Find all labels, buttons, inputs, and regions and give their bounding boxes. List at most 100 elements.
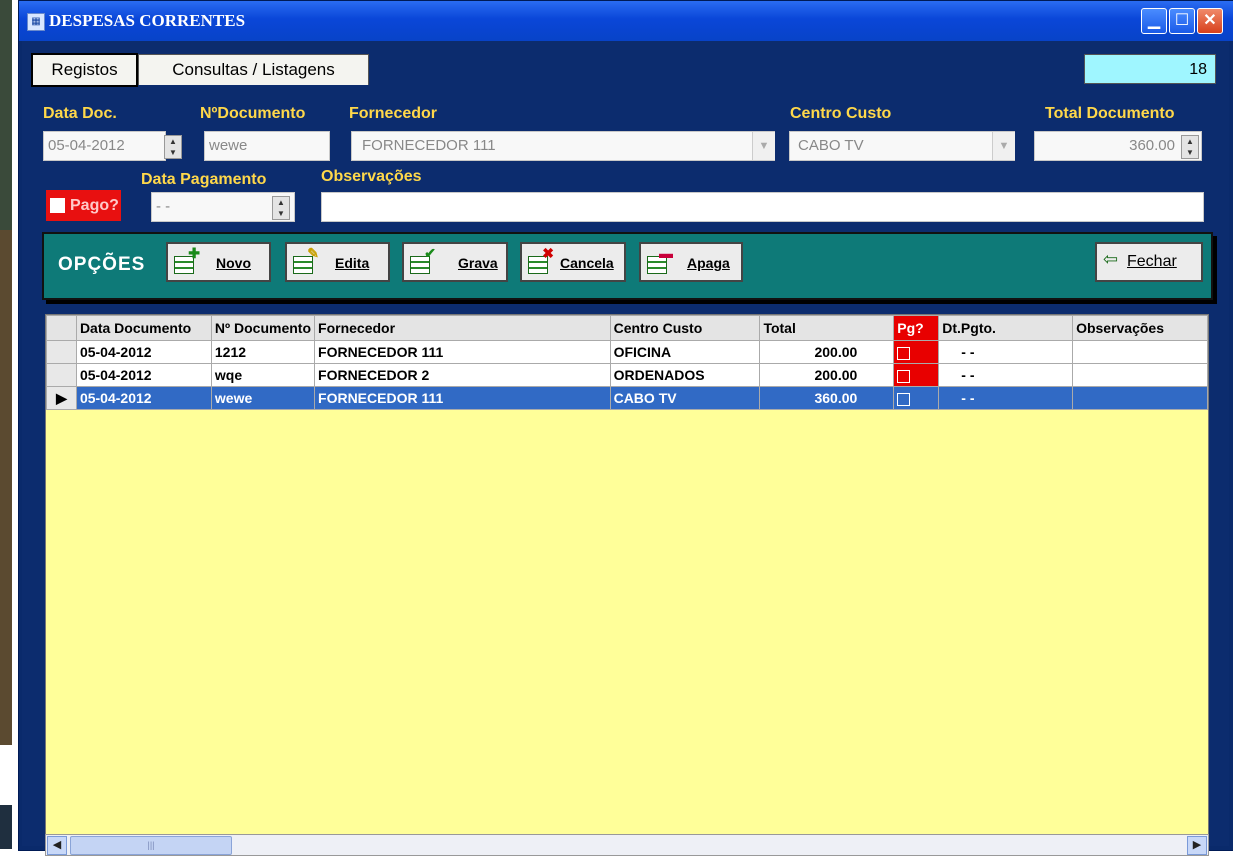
desktop-background <box>0 0 12 849</box>
row-indicator[interactable] <box>46 363 77 387</box>
row-indicator-header <box>46 315 77 341</box>
expenses-grid[interactable]: Data Documento Nº Documento Fornecedor C… <box>45 314 1209 836</box>
grava-label: Grava <box>458 255 498 271</box>
observacoes-label: Observações <box>321 168 422 185</box>
column-header[interactable]: Fornecedor <box>314 315 611 341</box>
novo-button[interactable]: ✚ Novo <box>166 242 271 282</box>
centro-custo-label: Centro Custo <box>790 105 892 122</box>
edita-button[interactable]: ✎ Edita <box>285 242 390 282</box>
grava-button[interactable]: ✔ Grava <box>402 242 508 282</box>
data-pagamento-label: Data Pagamento <box>141 171 267 188</box>
column-header[interactable]: Pg? <box>893 315 940 341</box>
fechar-label: Fechar <box>1127 253 1177 270</box>
cell-data[interactable]: 05-04-2012 <box>75 363 212 387</box>
cell-pg[interactable] <box>893 386 940 410</box>
fechar-button[interactable]: ⇦ Fechar <box>1095 242 1203 282</box>
data-pagamento-field[interactable]: - - ▲ ▼ <box>151 192 295 222</box>
minimize-button[interactable]: ▁ <box>1141 8 1167 34</box>
current-row-arrow-icon[interactable]: ▶ <box>46 386 77 410</box>
column-header[interactable]: Dt.Pgto. <box>938 315 1074 341</box>
cell-total[interactable]: 200.00 <box>759 363 895 387</box>
horizontal-scrollbar[interactable]: ◀ ||| ▶ <box>45 834 1209 856</box>
apaga-button[interactable]: ▬ Apaga <box>639 242 743 282</box>
cell-obs[interactable] <box>1072 386 1208 410</box>
checkbox-icon[interactable] <box>897 346 911 360</box>
cell-pg[interactable] <box>893 363 940 387</box>
novo-label: Novo <box>216 255 251 271</box>
window-title: DESPESAS CORRENTES <box>49 11 246 30</box>
cancela-button[interactable]: ✖ Cancela <box>520 242 626 282</box>
n-documento-value: wewe <box>209 137 248 154</box>
app-icon: ▦ <box>27 13 45 31</box>
total-documento-label: Total Documento <box>1045 105 1175 122</box>
observacoes-field[interactable] <box>321 192 1204 222</box>
total-spinner[interactable]: ▲ ▼ <box>1181 135 1199 159</box>
exit-door-icon: ⇦ <box>1103 249 1119 269</box>
client-area: Registos Consultas / Listagens 18 Data D… <box>22 41 1229 856</box>
tab-consultas-listagens[interactable]: Consultas / Listagens <box>138 54 369 85</box>
fornecedor-label: Fornecedor <box>349 105 438 122</box>
data-doc-label: Data Doc. <box>43 105 117 122</box>
cell-fornecedor[interactable]: FORNECEDOR 2 <box>314 363 611 387</box>
record-counter: 18 <box>1084 54 1216 84</box>
checkbox-icon[interactable] <box>897 369 911 383</box>
cell-num[interactable]: wqe <box>210 363 316 387</box>
table-row-selected[interactable]: ▶ 05-04-2012 wewe FORNECEDOR 111 CABO TV… <box>46 386 1208 410</box>
cell-total[interactable]: 200.00 <box>759 340 895 364</box>
total-documento-field[interactable]: 360.00 ▲ ▼ <box>1034 131 1202 161</box>
cell-data[interactable]: 05-04-2012 <box>75 386 212 410</box>
title-bar[interactable]: ▦ DESPESAS CORRENTES ▁ ☐ ✕ <box>19 1 1233 41</box>
checkbox-icon[interactable] <box>897 392 911 406</box>
column-header[interactable]: Data Documento <box>75 315 212 341</box>
tab-registos[interactable]: Registos <box>31 53 138 87</box>
cell-dtpgto[interactable]: - - <box>938 340 1074 364</box>
cell-fornecedor[interactable]: FORNECEDOR 111 <box>314 386 611 410</box>
cell-num[interactable]: wewe <box>210 386 316 410</box>
edita-label: Edita <box>335 255 370 271</box>
delete-record-icon: ▬ <box>647 246 673 274</box>
new-record-icon: ✚ <box>174 246 200 274</box>
pago-checkbox[interactable]: Pago? <box>46 190 121 221</box>
scroll-left-icon[interactable]: ◀ <box>47 836 67 855</box>
centro-custo-value: CABO TV <box>798 137 864 154</box>
chevron-down-icon[interactable]: ▼ <box>992 132 1015 160</box>
cell-centro[interactable]: CABO TV <box>609 386 761 410</box>
data-doc-field[interactable]: 05-04-2012 ▲ ▼ <box>43 131 182 161</box>
cell-dtpgto[interactable]: - - <box>938 363 1074 387</box>
data-doc-spinner[interactable]: ▲ ▼ <box>164 135 182 159</box>
chevron-down-icon[interactable]: ▼ <box>752 132 775 160</box>
cancela-label: Cancela <box>560 255 614 271</box>
despesas-window: ▦ DESPESAS CORRENTES ▁ ☐ ✕ Registos Cons… <box>18 0 1233 856</box>
cell-obs[interactable] <box>1072 363 1208 387</box>
table-row[interactable]: 05-04-2012 wqe FORNECEDOR 2 ORDENADOS 20… <box>46 363 1208 387</box>
cell-fornecedor[interactable]: FORNECEDOR 111 <box>314 340 611 364</box>
save-record-icon: ✔ <box>410 246 436 274</box>
cell-data[interactable]: 05-04-2012 <box>75 340 212 364</box>
data-pagamento-spinner[interactable]: ▲ ▼ <box>272 196 290 220</box>
edit-record-icon: ✎ <box>293 246 319 274</box>
scroll-thumb[interactable]: ||| <box>70 836 232 855</box>
cell-obs[interactable] <box>1072 340 1208 364</box>
expenses-table: Data Documento Nº Documento Fornecedor C… <box>46 315 1208 410</box>
cell-pg[interactable] <box>893 340 940 364</box>
column-header[interactable]: Observações <box>1072 315 1208 341</box>
centro-custo-select[interactable]: CABO TV ▼ <box>789 131 1015 161</box>
column-header[interactable]: Centro Custo <box>609 315 761 341</box>
cell-total[interactable]: 360.00 <box>759 386 895 410</box>
n-documento-label: NºDocumento <box>200 105 306 122</box>
fornecedor-select[interactable]: FORNECEDOR 111 ▼ <box>351 131 775 161</box>
table-row[interactable]: 05-04-2012 1212 FORNECEDOR 111 OFICINA 2… <box>46 340 1208 364</box>
data-pagamento-value: - - <box>156 198 171 215</box>
cell-num[interactable]: 1212 <box>210 340 316 364</box>
close-button[interactable]: ✕ <box>1197 8 1223 34</box>
scroll-right-icon[interactable]: ▶ <box>1187 836 1207 855</box>
column-header[interactable]: Nº Documento <box>210 315 316 341</box>
maximize-button[interactable]: ☐ <box>1169 8 1195 34</box>
row-indicator[interactable] <box>46 340 77 364</box>
total-documento-value: 360.00 <box>1129 137 1175 154</box>
n-documento-field[interactable]: wewe <box>204 131 330 161</box>
cell-centro[interactable]: OFICINA <box>609 340 761 364</box>
cell-dtpgto[interactable]: - - <box>938 386 1074 410</box>
column-header[interactable]: Total <box>759 315 895 341</box>
cell-centro[interactable]: ORDENADOS <box>609 363 761 387</box>
